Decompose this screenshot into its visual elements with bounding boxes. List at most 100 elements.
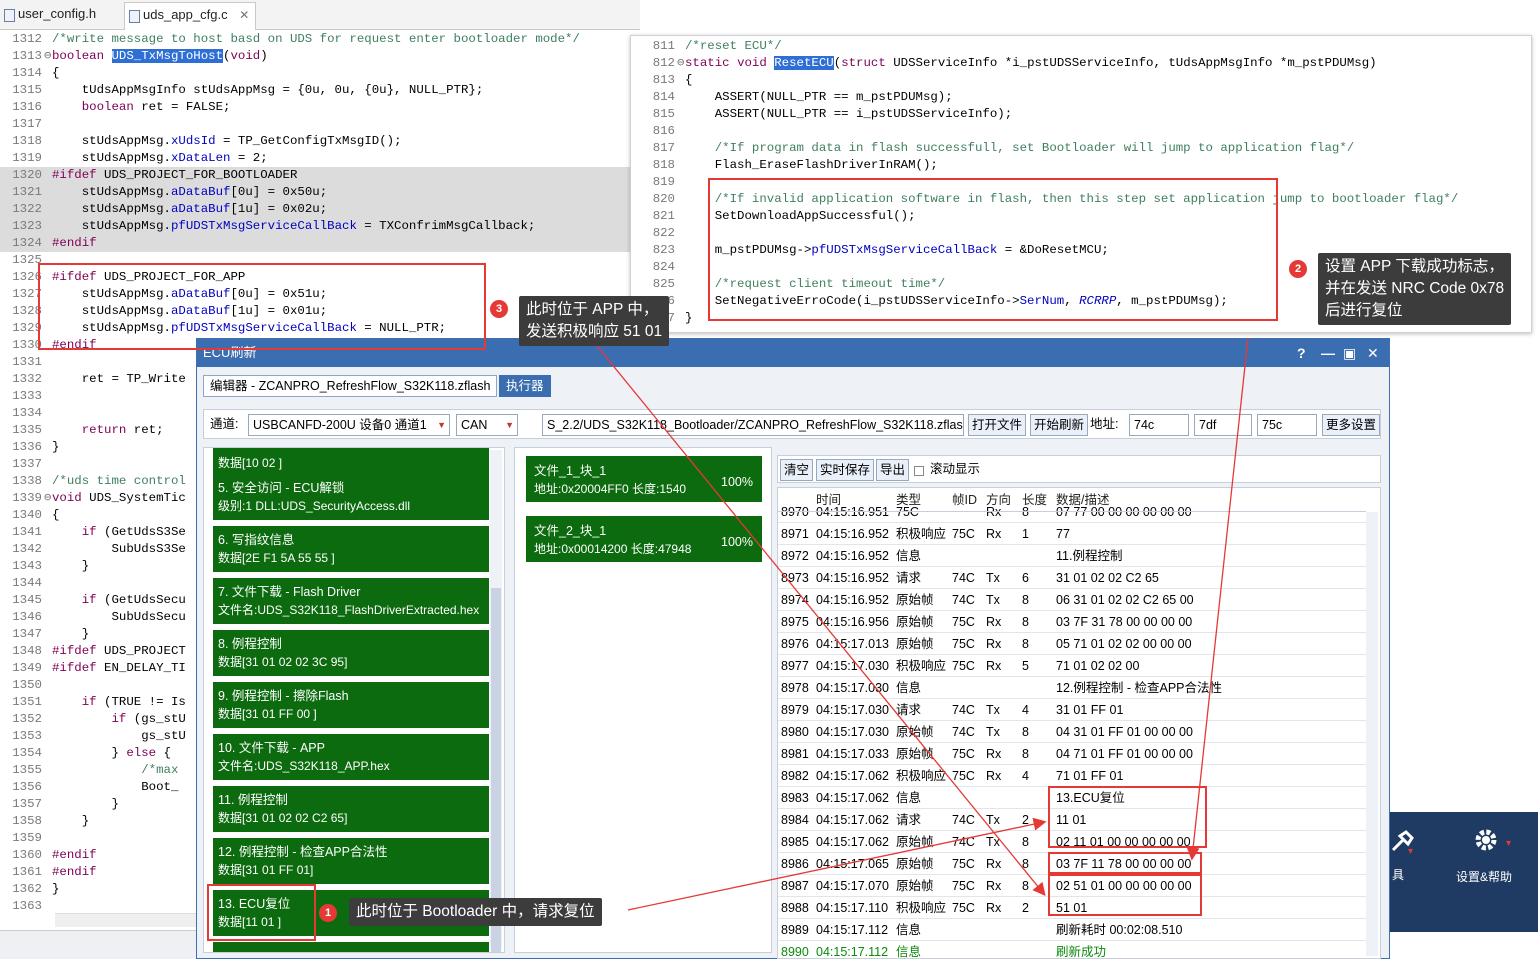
realtime-save-button[interactable]: 实时保存 — [816, 459, 875, 481]
line-number: 1358 — [12, 814, 42, 828]
flash-step[interactable]: 9. 例程控制 - 擦除Flash 数据[31 01 FF 00 ] — [213, 682, 489, 728]
code-line[interactable]: 1324 #endif — [0, 235, 640, 252]
help-button[interactable]: ? — [1297, 339, 1306, 367]
code-line[interactable]: 815 ASSERT(NULL_PTR == i_pstUDSServiceIn… — [631, 106, 1531, 123]
log-row[interactable]: 8980 04:15:17.030 原始帧 74C Tx 8 04 31 01 FF 01 … — [778, 721, 1366, 743]
code-line[interactable]: 1313 ⊖boolean UDS_TxMsgToHost(void) — [0, 48, 640, 65]
row-number: 8980 — [781, 725, 809, 739]
file-block[interactable]: 文件_1_块_1 地址:0x20004FF0 长度:1540 100% — [526, 456, 762, 502]
code-line[interactable]: 813 { — [631, 72, 1531, 89]
col-time[interactable]: 时间 — [816, 488, 841, 512]
start-refresh-button[interactable]: 开始刷新 — [1030, 414, 1089, 436]
fold-icon[interactable]: ⊖ — [44, 490, 52, 507]
step-detail: 文件名:UDS_S32K118_FlashDriverExtracted.hex — [218, 603, 480, 617]
maximize-button[interactable]: ▣ — [1343, 339, 1356, 367]
col-frame-id[interactable]: 帧ID — [952, 488, 977, 512]
protocol-select[interactable]: CAN ▼ — [456, 414, 518, 436]
line-number: 1315 — [12, 83, 42, 97]
code-line[interactable]: 1316 boolean ret = FALSE; — [0, 99, 640, 116]
log-row[interactable]: 8990 04:15:17.112 信息 刷新成功 — [778, 941, 1366, 958]
gear-icon[interactable] — [1470, 824, 1502, 856]
log-row[interactable]: 8974 04:15:16.952 原始帧 74C Tx 8 06 31 01 02 02 … — [778, 589, 1366, 611]
code-line[interactable]: 1320 #ifdef UDS_PROJECT_FOR_BOOTLOADER — [0, 167, 640, 184]
settings-help-label[interactable]: 设置&帮助 — [1456, 868, 1512, 885]
code-line[interactable]: 1317 — [0, 116, 640, 133]
row-time: 04:15:17.070 — [816, 879, 889, 893]
code-text: #ifdef UDS_PROJECT_FOR_BOOTLOADER — [52, 168, 298, 182]
code-line[interactable]: 818 Flash_EraseFlashDriverInRAM(); — [631, 157, 1531, 174]
code-line[interactable]: 1322 stUdsAppMsg.aDataBuf[1u] = 0x02u; — [0, 201, 640, 218]
flash-step[interactable]: 10. 文件下载 - APP 文件名:UDS_S32K118_APP.hex — [213, 734, 489, 780]
address-input-2[interactable]: 7df — [1194, 414, 1252, 436]
scroll-display-checkbox[interactable] — [914, 466, 924, 476]
row-frame-id: 74C — [952, 593, 975, 607]
code-line[interactable]: 816 — [631, 123, 1531, 140]
col-length[interactable]: 长度 — [1022, 488, 1047, 512]
file-path-input[interactable]: S_2.2/UDS_S32K118_Bootloader/ZCANPRO_Ref… — [542, 414, 964, 436]
tab-executor[interactable]: 执行器 — [499, 375, 551, 397]
log-row[interactable]: 8971 04:15:16.952 积极响应 75C Rx 1 77 — [778, 523, 1366, 545]
row-time: 04:15:17.030 — [816, 681, 889, 695]
tab-user-config[interactable]: user_config.h — [0, 2, 102, 30]
open-file-button[interactable]: 打开文件 — [968, 414, 1027, 436]
log-row[interactable]: 8976 04:15:17.013 原始帧 75C Rx 8 05 71 01 02 02 … — [778, 633, 1366, 655]
more-settings-button[interactable]: 更多设置 — [1322, 414, 1381, 436]
address-input-3[interactable]: 75c — [1257, 414, 1317, 436]
log-scrollbar[interactable] — [1366, 512, 1378, 956]
row-type: 原始帧 — [896, 725, 934, 739]
col-data[interactable]: 数据/描述 — [1056, 488, 1109, 512]
flash-step[interactable]: 8. 例程控制 数据[31 01 02 02 3C 95] — [213, 630, 489, 676]
close-tab-icon[interactable]: ✕ — [239, 8, 249, 22]
tool-icon[interactable]: ▾ — [1390, 830, 1416, 856]
chevron-down-icon[interactable]: ▾ — [1506, 838, 1511, 849]
minimize-button[interactable]: — — [1321, 339, 1335, 367]
code-line[interactable]: 812 ⊖static void ResetECU(struct UDSServi… — [631, 55, 1531, 72]
log-row[interactable]: 8979 04:15:17.030 请求 74C Tx 4 31 01 FF 01 — [778, 699, 1366, 721]
code-line[interactable]: 817 /*If program data in flash successfu… — [631, 140, 1531, 157]
flash-step[interactable]: 6. 写指纹信息 数据[2E F1 5A 55 55 ] — [213, 526, 489, 572]
step-list[interactable]: 数据[10 02 ] 5. 安全访问 - ECU解锁 级别:1 DLL:UDS_Se… — [203, 447, 505, 953]
fold-icon[interactable]: ⊖ — [44, 48, 52, 65]
address-input-1[interactable]: 74c — [1129, 414, 1189, 436]
channel-select[interactable]: USBCANFD-200U 设备0 通道1 ▼ — [248, 414, 450, 436]
code-line[interactable]: 1318 stUdsAppMsg.xUdsId = TP_GetConfigTx… — [0, 133, 640, 150]
flash-step[interactable]: 5. 安全访问 - ECU解锁 级别:1 DLL:UDS_SecurityAcce… — [213, 474, 489, 520]
flash-step[interactable]: 11. 例程控制 数据[31 01 02 02 C2 65] — [213, 786, 489, 832]
code-line[interactable]: 1315 tUdsAppMsgInfo stUdsAppMsg = {0u, 0… — [0, 82, 640, 99]
tab-uds-app-cfg[interactable]: uds_app_cfg.c ✕ — [124, 2, 257, 30]
tab-editor[interactable]: 编辑器 - ZCANPRO_RefreshFlow_S32K118.zflash — [203, 375, 498, 397]
code-line[interactable]: 814 ASSERT(NULL_PTR == m_pstPDUMsg); — [631, 89, 1531, 106]
log-row[interactable]: 8973 04:15:16.952 请求 74C Tx 6 31 01 02 02 C2 6… — [778, 567, 1366, 589]
log-row[interactable]: 8989 04:15:17.112 信息 刷新耗时 00:02:08.510 — [778, 919, 1366, 941]
code-text: } — [52, 559, 90, 573]
fold-icon[interactable]: ⊖ — [677, 55, 685, 72]
log-row[interactable]: 8982 04:15:17.062 积极响应 75C Rx 4 71 01 FF 01 — [778, 765, 1366, 787]
code-line[interactable]: 1321 stUdsAppMsg.aDataBuf[0u] = 0x50u; — [0, 184, 640, 201]
close-button[interactable]: ✕ — [1367, 339, 1379, 367]
code-line[interactable]: 1314 { — [0, 65, 640, 82]
code-line[interactable]: 1312 /*write message to host basd on UDS … — [0, 31, 640, 48]
row-number: 8973 — [781, 571, 809, 585]
row-time: 04:15:16.952 — [816, 549, 889, 563]
code-line[interactable]: 1323 stUdsAppMsg.pfUDSTxMsgServiceCallBa… — [0, 218, 640, 235]
log-row[interactable]: 8975 04:15:16.956 原始帧 75C Rx 8 03 7F 31 78 00 … — [778, 611, 1366, 633]
code-line[interactable]: 1319 stUdsAppMsg.xDataLen = 2; — [0, 150, 640, 167]
log-row[interactable]: 8972 04:15:16.952 信息 11.例程控制 — [778, 545, 1366, 567]
flash-step[interactable]: 7. 文件下载 - Flash Driver 文件名:UDS_S32K118_Fl… — [213, 578, 489, 624]
flash-step[interactable]: 12. 例程控制 - 检查APP合法性 数据[31 01 FF 01] — [213, 838, 489, 884]
file-block[interactable]: 文件_2_块_1 地址:0x00014200 长度:47948 100% — [526, 516, 762, 562]
log-row[interactable]: 8978 04:15:17.030 信息 12.例程控制 - 检查APP合法性 — [778, 677, 1366, 699]
row-length: 4 — [1022, 769, 1029, 783]
col-direction[interactable]: 方向 — [986, 488, 1011, 512]
col-type[interactable]: 类型 — [896, 488, 921, 512]
code-text: #ifdef UDS_PROJECT — [52, 644, 186, 658]
line-number: 1351 — [12, 695, 42, 709]
export-button[interactable]: 导出 — [876, 459, 910, 481]
log-row[interactable]: 8977 04:15:17.030 积极响应 75C Rx 5 71 01 02 02 00 — [778, 655, 1366, 677]
log-row[interactable]: 8981 04:15:17.033 原始帧 75C Rx 8 04 71 01 FF 01 … — [778, 743, 1366, 765]
line-number: 1353 — [12, 729, 42, 743]
flash-step[interactable] — [213, 942, 489, 952]
code-line[interactable]: 811 /*reset ECU*/ — [631, 38, 1531, 55]
line-number: 818 — [652, 158, 675, 172]
clear-log-button[interactable]: 清空 — [780, 459, 814, 481]
